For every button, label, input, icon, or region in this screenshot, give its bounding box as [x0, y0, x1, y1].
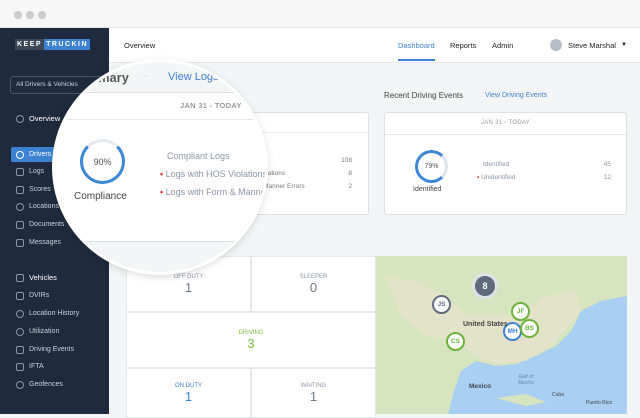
- logs-summary-title: mmary: [87, 71, 129, 85]
- fleet-map[interactable]: 8 JS JF MH BS CS United States Mexico Gu…: [376, 256, 627, 414]
- map-cluster-marker[interactable]: 8: [472, 273, 498, 299]
- message-icon: [16, 238, 24, 247]
- magnifier-lens: mmary · View Logs JAN 31 - TODAY 90% Com…: [55, 62, 265, 272]
- top-header: Overview Dashboard Reports Admin Steve M…: [109, 28, 640, 63]
- sidebar-item-ifta[interactable]: IFTA: [0, 359, 109, 374]
- view-logs-link[interactable]: View Logs: [168, 71, 219, 83]
- geofence-icon: [16, 380, 24, 389]
- view-driving-events-link[interactable]: View Driving Events: [485, 92, 547, 99]
- pin-icon: [16, 309, 24, 318]
- form-errors-row: • Logs with Form & Manner Errors: [160, 187, 265, 197]
- map-pin-js[interactable]: JS: [432, 295, 451, 314]
- trophy-icon: [16, 185, 24, 194]
- sidebar-item-vehicles[interactable]: Vehicles: [0, 270, 109, 285]
- window-titlebar: [0, 0, 640, 28]
- vehicle-icon: [16, 273, 24, 282]
- compliant-logs-row: Compliant Logs: [167, 151, 230, 161]
- unidentified-row: • Unidentified 12: [477, 174, 611, 181]
- timer-icon: [16, 327, 24, 336]
- hos-violations-count: 8: [348, 170, 352, 177]
- window-minimize-button[interactable]: [26, 11, 34, 19]
- map-land: [376, 256, 627, 414]
- tab-dashboard[interactable]: Dashboard: [398, 41, 435, 50]
- sidebar-item-utilization[interactable]: Utilization: [0, 324, 109, 339]
- status-driving[interactable]: DRIVING 3: [126, 312, 376, 368]
- log-icon: [16, 167, 24, 176]
- active-tab-indicator: [398, 59, 435, 61]
- compliant-logs-count: 108: [341, 157, 352, 164]
- date-range: JAN 31 - TODAY: [180, 101, 242, 110]
- fuel-icon: [16, 362, 24, 371]
- map-pin-bs[interactable]: BS: [520, 319, 539, 338]
- chevron-down-icon[interactable]: ▼: [621, 42, 627, 48]
- driving-events-card: JAN 31 - TODAY 79% Identified Identified…: [384, 112, 627, 215]
- sidebar-item-driving-events[interactable]: Driving Events: [0, 342, 109, 357]
- window-close-button[interactable]: [14, 11, 22, 19]
- map-pin-cs[interactable]: CS: [446, 332, 465, 351]
- identified-row: Identified 45: [483, 161, 611, 168]
- user-menu[interactable]: Steve Marshal: [568, 41, 616, 50]
- tab-admin[interactable]: Admin: [492, 41, 513, 50]
- dashboard-icon: [16, 114, 24, 123]
- sidebar-item-dvirs[interactable]: DVIRs: [0, 288, 109, 303]
- compliance-ring: 90%: [80, 139, 125, 184]
- breadcrumb: Overview: [124, 41, 156, 50]
- hos-violations-row: • Logs with HOS Violations: [160, 169, 265, 179]
- window-maximize-button[interactable]: [38, 11, 46, 19]
- calendar-icon: [16, 345, 24, 354]
- identified-ring: 79%: [415, 150, 448, 183]
- status-on-duty[interactable]: ON DUTY 1: [126, 368, 251, 418]
- sidebar-item-geofences[interactable]: Geofences: [0, 377, 109, 392]
- tab-reports[interactable]: Reports: [450, 41, 476, 50]
- date-range: JAN 31 - TODAY: [385, 113, 626, 135]
- pin-icon: [16, 202, 24, 211]
- logs-summary-card-zoomed: JAN 31 - TODAY 90% Compliance Compliant …: [55, 92, 265, 242]
- wrench-icon: [16, 291, 24, 300]
- form-errors-count: 2: [348, 183, 352, 190]
- user-icon: [16, 150, 24, 159]
- avatar[interactable]: [550, 39, 562, 51]
- status-waiting[interactable]: WAITING 1: [251, 368, 376, 418]
- status-sleeper[interactable]: SLEEPER 0: [251, 256, 376, 312]
- driving-events-title: Recent Driving Events: [384, 91, 464, 100]
- sidebar-item-location-history[interactable]: Location History: [0, 306, 109, 321]
- document-icon: [16, 220, 24, 229]
- logo: KEEP TRUCKIN: [15, 39, 91, 50]
